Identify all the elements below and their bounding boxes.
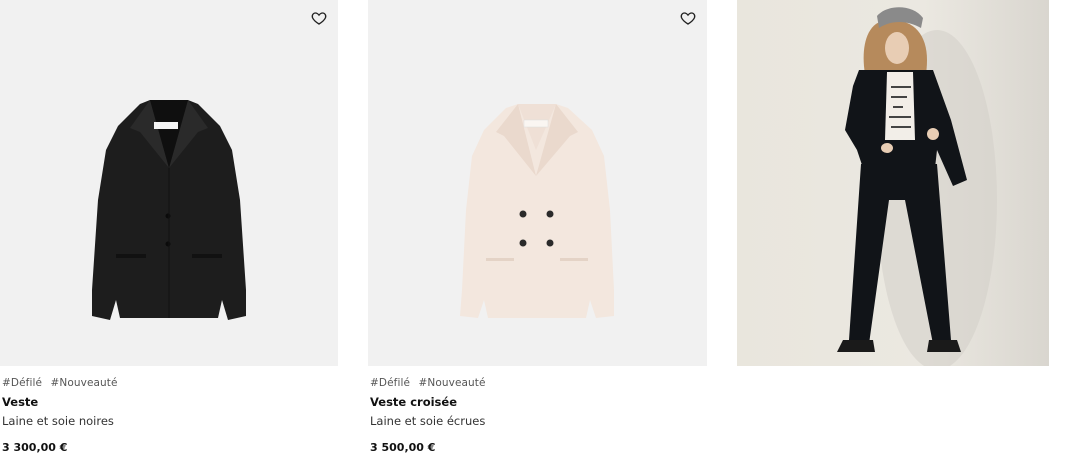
product-image[interactable]	[368, 0, 707, 366]
product-description: Laine et soie noires	[2, 414, 114, 428]
black-jacket-illustration	[92, 100, 246, 320]
product-price: 3 300,00 €	[2, 441, 68, 454]
product-grid: #Défilé #Nouveauté Veste Laine et soie n…	[0, 0, 1077, 463]
ecru-double-breasted-jacket-illustration	[460, 104, 614, 318]
heart-icon[interactable]	[680, 10, 696, 26]
product-description: Laine et soie écrues	[370, 414, 486, 428]
product-name[interactable]: Veste	[2, 395, 338, 411]
product-card[interactable]: #Défilé #Nouveauté Veste Laine et soie n…	[0, 0, 338, 454]
tag-defile[interactable]: #Défilé	[370, 377, 410, 389]
editorial-card[interactable]	[737, 0, 1077, 366]
tag-defile[interactable]: #Défilé	[2, 377, 42, 389]
tag-nouveaute[interactable]: #Nouveauté	[419, 377, 486, 389]
product-image[interactable]	[0, 0, 338, 366]
model-illustration	[837, 7, 997, 366]
tag-nouveaute[interactable]: #Nouveauté	[51, 377, 118, 389]
product-price: 3 500,00 €	[370, 441, 436, 454]
editorial-image[interactable]	[737, 0, 1049, 366]
product-tags: #Défilé #Nouveauté	[370, 377, 707, 391]
product-card[interactable]: #Défilé #Nouveauté Veste croisée Laine e…	[368, 0, 707, 454]
product-name[interactable]: Veste croisée	[370, 395, 707, 411]
heart-icon[interactable]	[311, 10, 327, 26]
product-tags: #Défilé #Nouveauté	[2, 377, 338, 391]
